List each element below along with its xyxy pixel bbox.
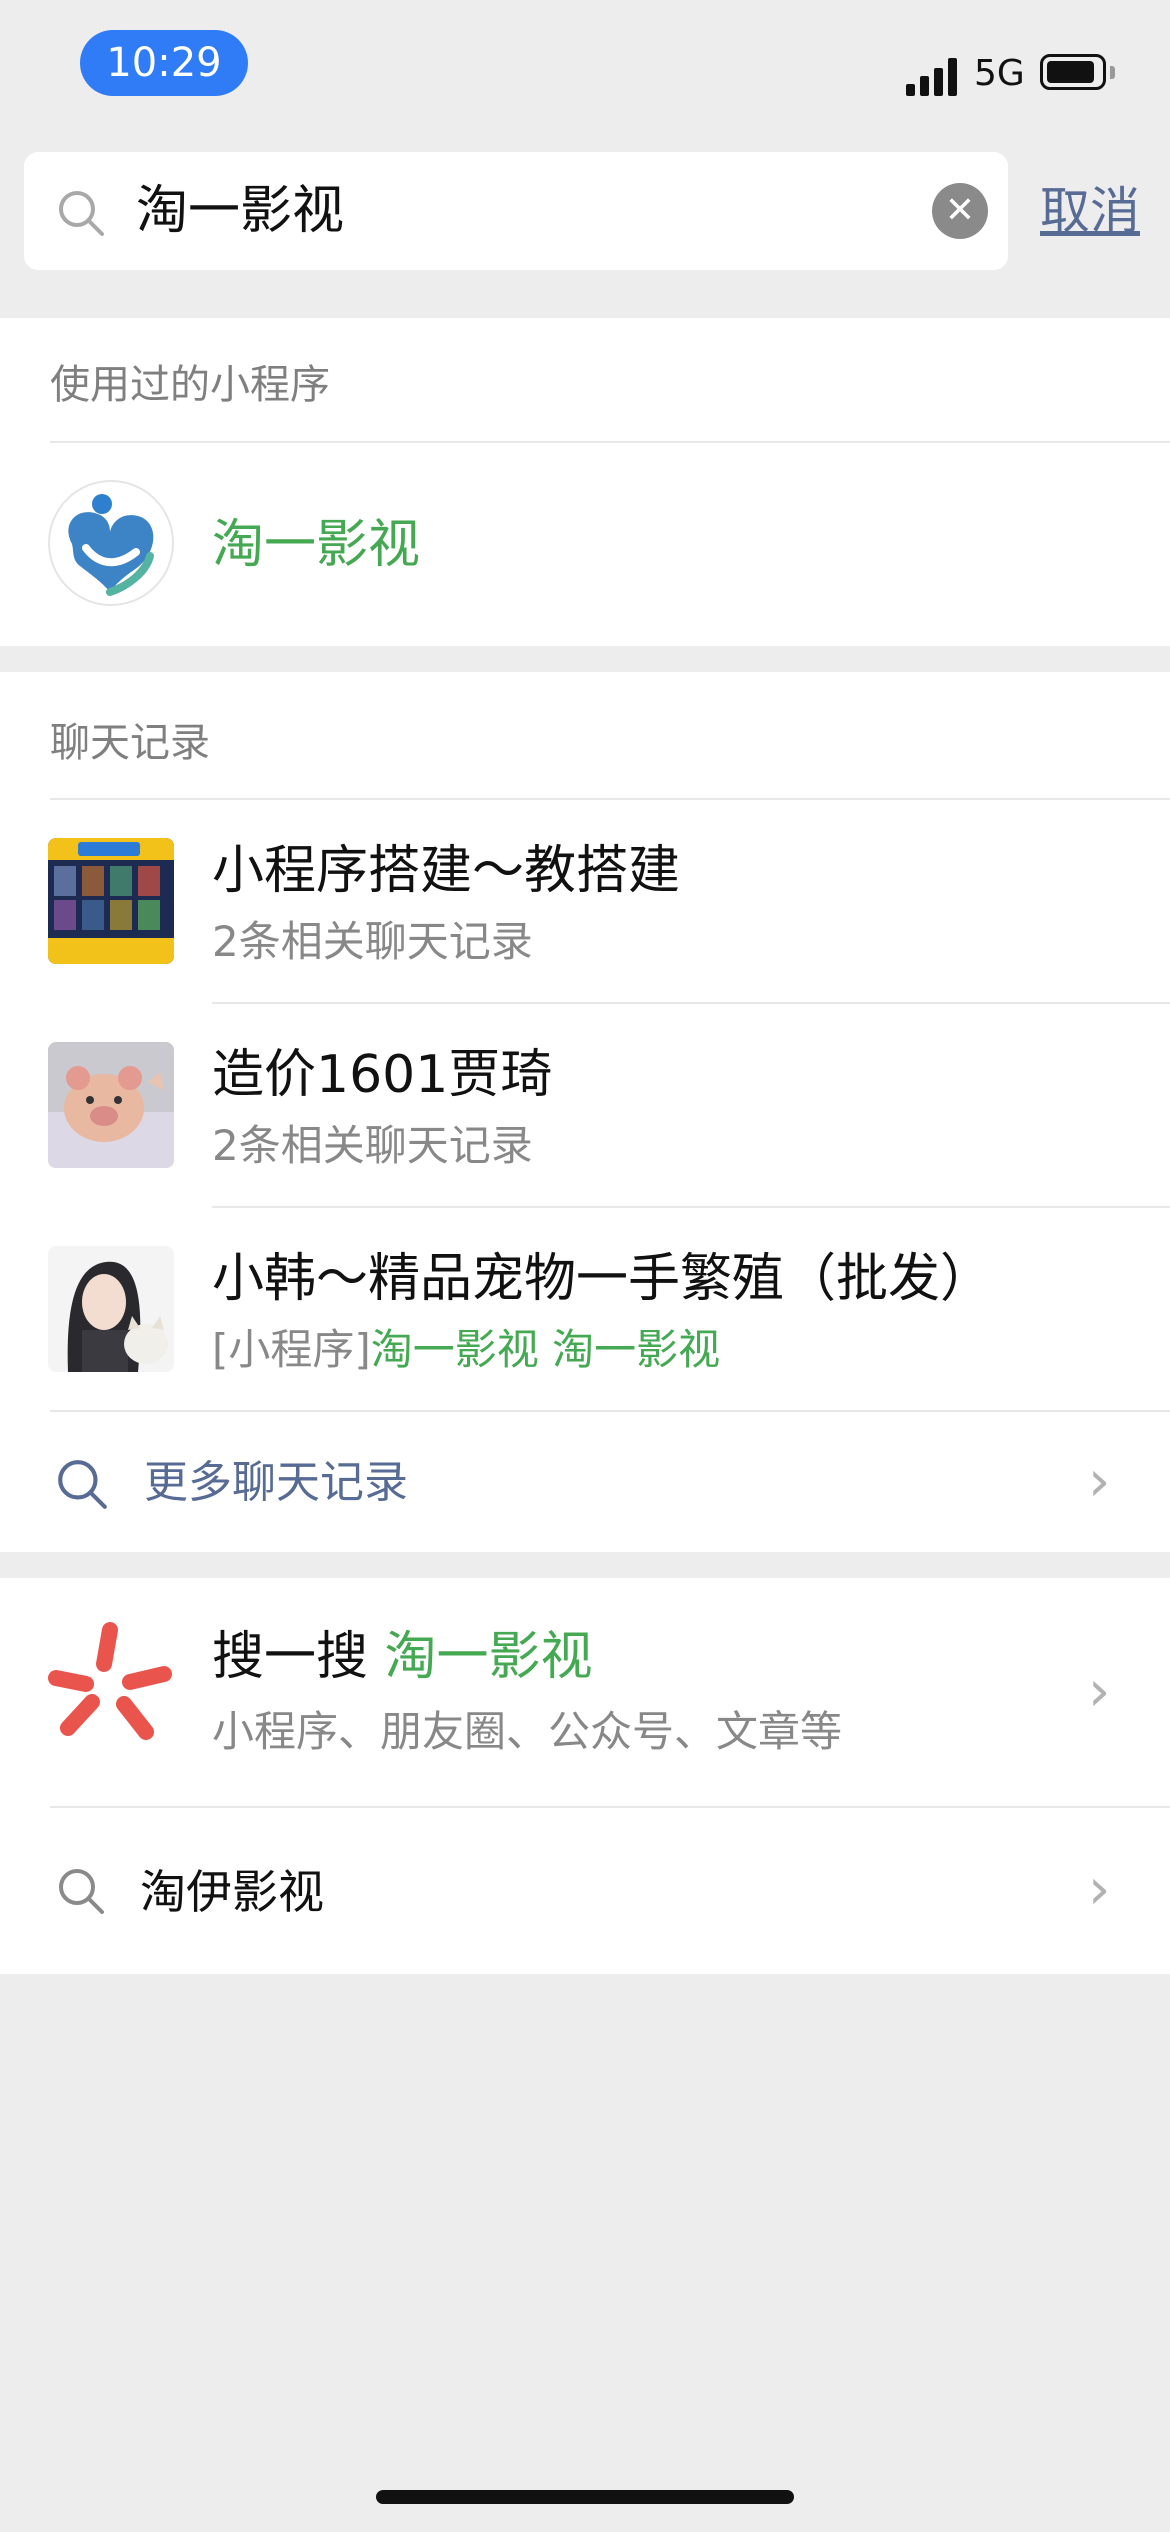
sousou-prefix: 搜一搜 (212, 1627, 369, 1687)
suggestion-label: 淘伊影视 (140, 1865, 324, 1919)
chat-subtitle: 2条相关聊天记录 (212, 1121, 533, 1170)
mini-program-item[interactable] (0, 443, 1170, 643)
chat-item[interactable] (0, 1004, 1170, 1206)
chat-subtitle: [小程序]淘一影视 淘一影视 (212, 1324, 720, 1376)
more-chats-label: 更多聊天记录 (144, 1457, 408, 1508)
sousou-item[interactable] (0, 1578, 1170, 1804)
sousou-icon (48, 1622, 172, 1740)
search-value[interactable]: 淘一影视 (136, 180, 344, 242)
sousou-subtitle: 小程序、朋友圈、公众号、文章等 (212, 1707, 843, 1756)
sousou-title: 搜一搜 淘一影视 (212, 1626, 593, 1688)
mini-program-logo (48, 480, 174, 606)
chat-subtitle-prefix: [小程序] (212, 1325, 371, 1374)
search-icon (58, 1460, 107, 1509)
signal-icon (906, 58, 960, 96)
section-title-chats: 聊天记录 (50, 720, 210, 766)
network-type: 5G (974, 53, 1025, 94)
clear-icon[interactable]: ✕ (932, 183, 988, 239)
chevron-right-icon: › (1088, 1659, 1111, 1724)
status-time: 10:29 (80, 30, 248, 96)
sousou-query: 淘一影视 (384, 1627, 593, 1687)
search-icon (59, 1869, 104, 1914)
chat-avatar (48, 1042, 174, 1168)
chat-subtitle: 2条相关聊天记录 (212, 917, 533, 966)
section-title-mini-programs: 使用过的小程序 (50, 362, 330, 408)
home-indicator[interactable] (376, 2490, 794, 2504)
battery-icon (1040, 54, 1106, 90)
mini-program-name: 淘一影视 (212, 515, 421, 575)
chevron-right-icon: › (1088, 1449, 1111, 1514)
cancel-button[interactable]: 取消 (1040, 180, 1140, 242)
chat-avatar (48, 838, 174, 964)
search-icon (59, 191, 104, 236)
chat-subtitle-match: 淘一影视 淘一影视 (370, 1325, 721, 1374)
chevron-right-icon: › (1088, 1857, 1111, 1922)
chat-name: 小程序搭建～教搭建 (212, 841, 681, 901)
chat-name: 造价1601贾琦 (212, 1045, 553, 1105)
chat-name: 小韩～精品宠物一手繁殖（批发） (212, 1249, 993, 1309)
chat-avatar (48, 1246, 174, 1372)
battery-cap (1110, 66, 1115, 79)
